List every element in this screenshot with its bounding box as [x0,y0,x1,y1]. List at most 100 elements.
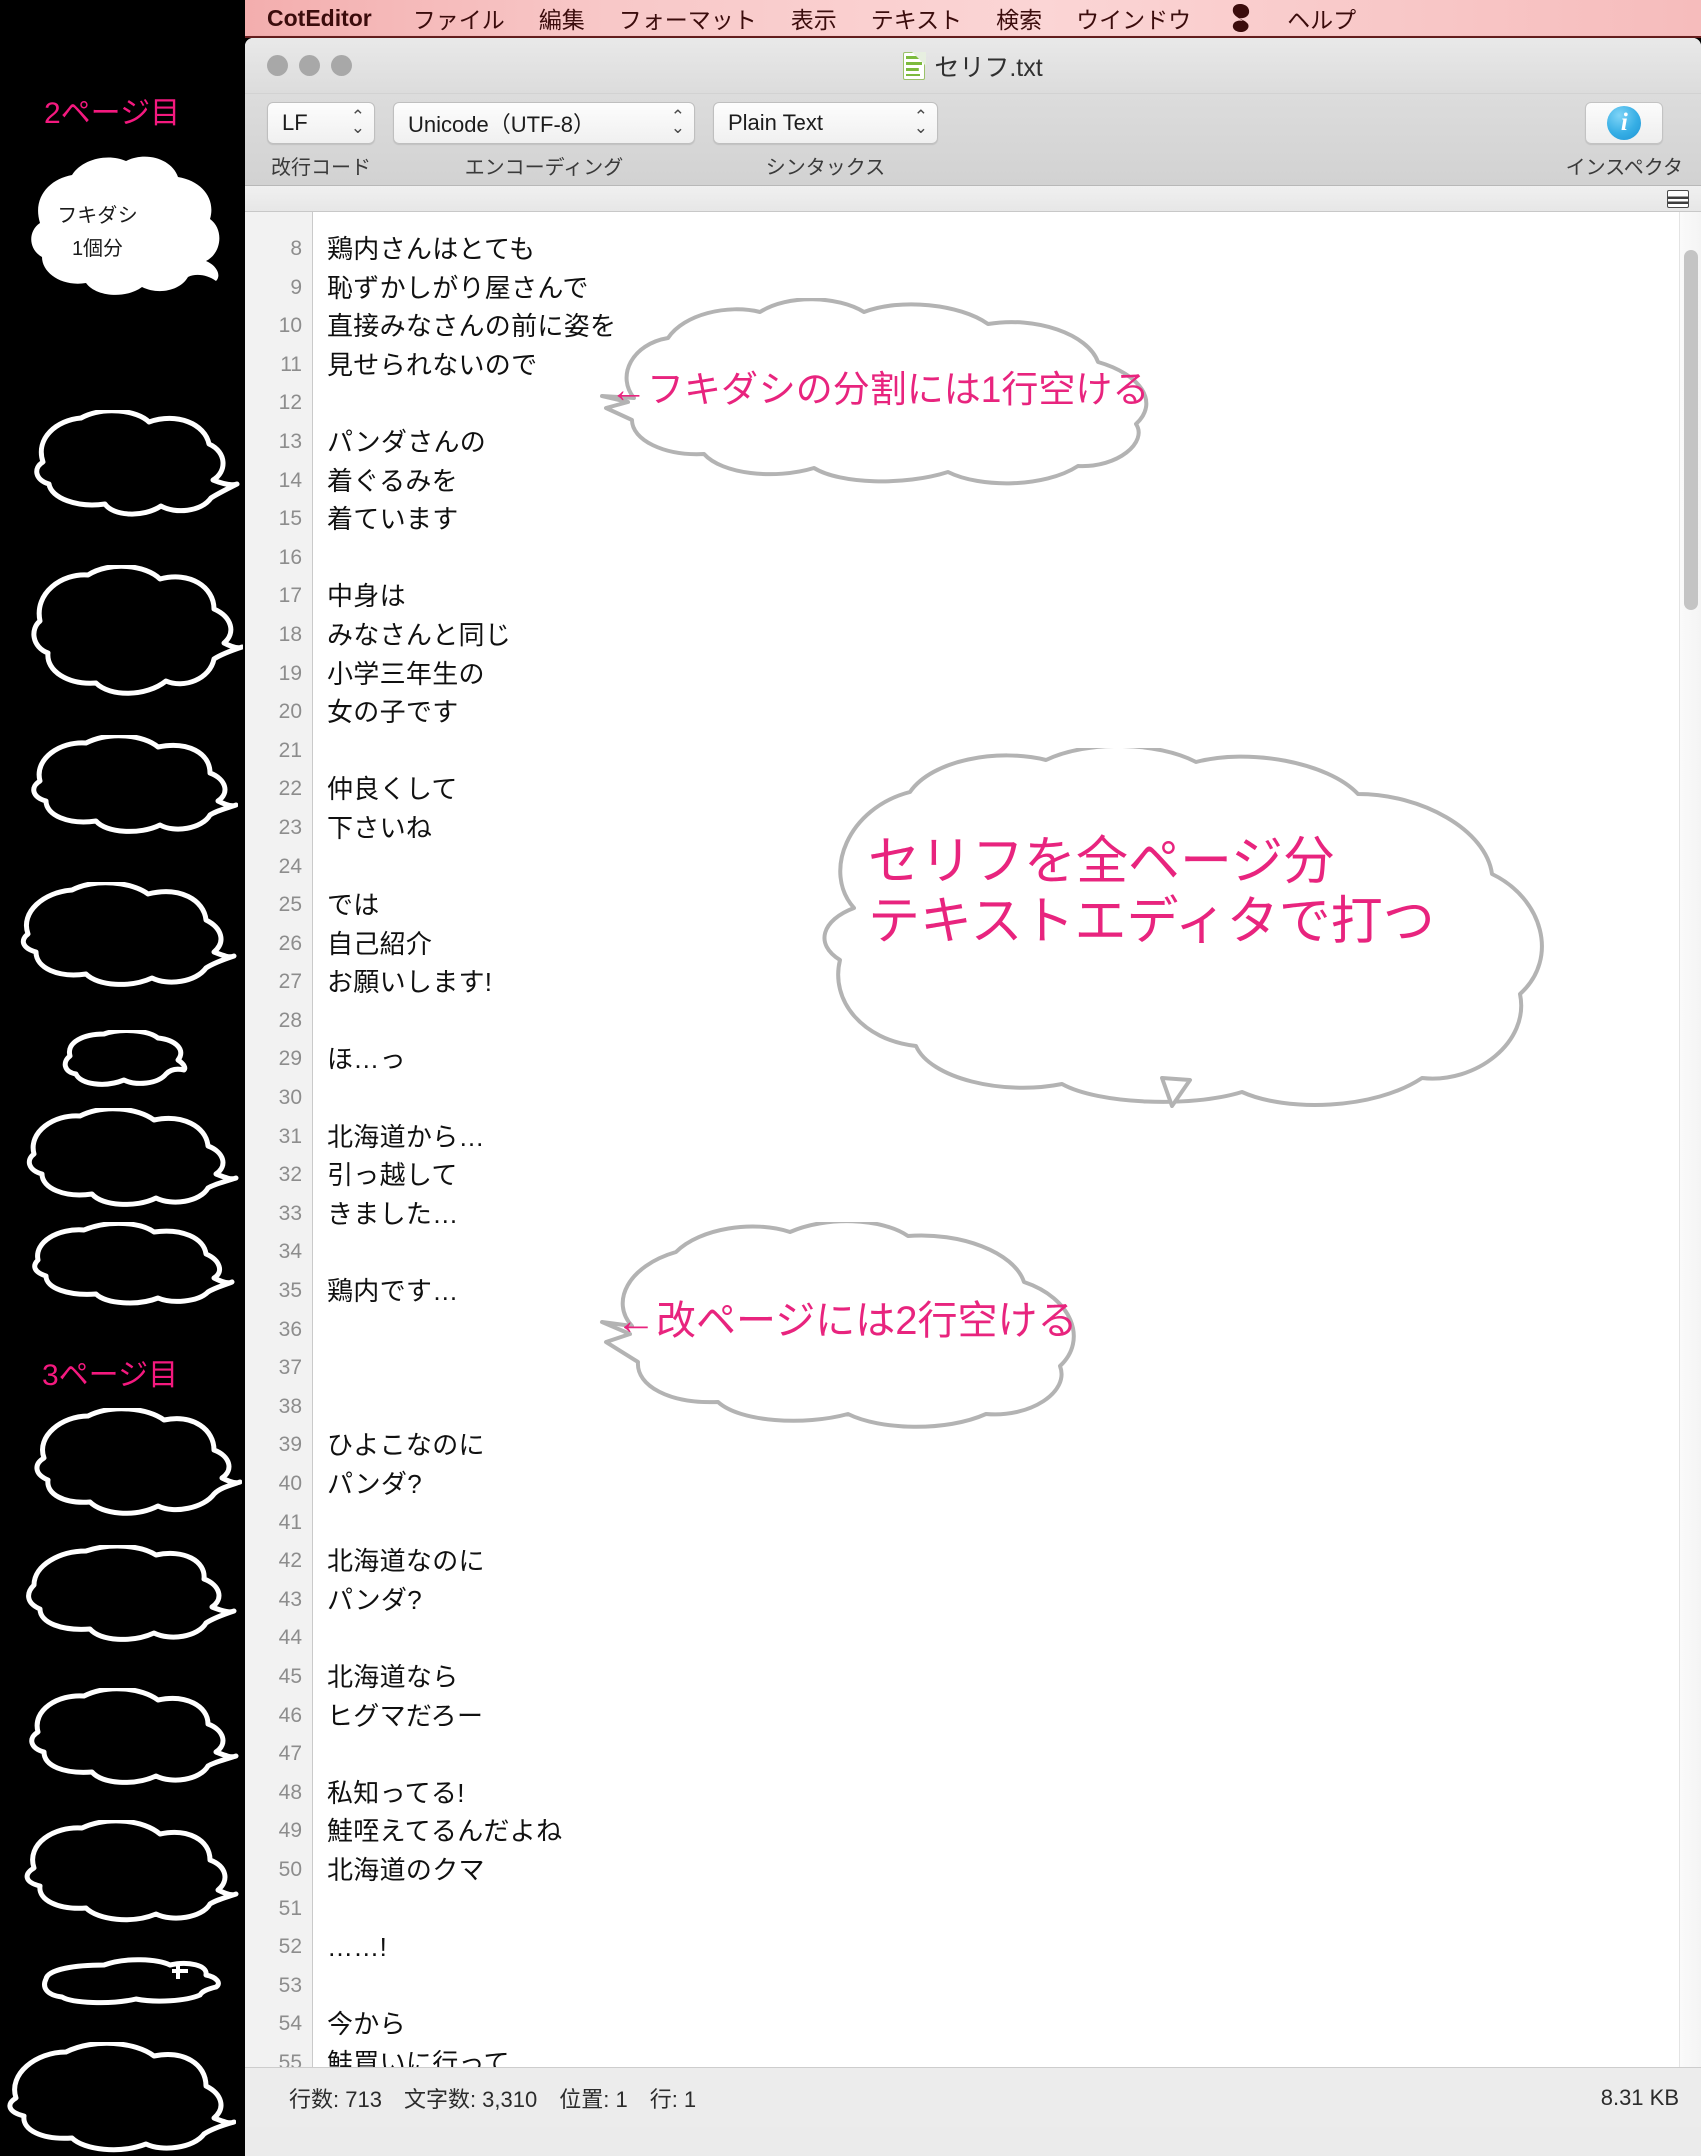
text-line[interactable]: 鮭咥えてるんだよね [327,1812,1701,1851]
text-line[interactable]: 北海道なのに [327,1542,1701,1581]
text-line[interactable]: ヒグマだろー [327,1697,1701,1736]
text-line[interactable]: ……! [327,1928,1701,1967]
toolbar: LF ⌃ ⌄ 改行コード Unicode（UTF-8） ⌃ ⌄ エンコーディング P… [245,94,1701,186]
line-number: 29 [278,1047,302,1071]
line-number: 34 [278,1240,302,1264]
menu-item-edit[interactable]: 編集 [522,0,602,37]
manga-page-sidebar: 2ページ目 フキダシ 1個分 3ページ目 [0,0,245,2156]
menu-item-file[interactable]: ファイル [396,0,522,37]
text-line[interactable]: みなさんと同じ [327,616,1701,655]
page-label-2: 2ページ目 [44,97,181,130]
zoom-button[interactable] [331,55,352,76]
window-title-text: セリフ.txt [934,54,1043,82]
split-view-icon[interactable] [1667,190,1689,208]
line-number: 35 [278,1279,302,1303]
speech-bubble-outline [32,1222,235,1306]
line-number: 53 [278,1973,302,1997]
line-number: 15 [278,507,302,531]
line-number: 38 [278,1394,302,1418]
status-char-count: 文字数: 3,310 [403,2086,538,2112]
line-number: 45 [278,1664,302,1688]
line-number: 10 [278,314,302,338]
page-label-3: 3ページ目 [42,1359,179,1392]
line-number: 8 [290,237,302,260]
scrollbar-thumb[interactable] [1684,250,1698,610]
line-number: 47 [278,1742,302,1766]
text-line[interactable]: 北海道のクマ [327,1851,1701,1890]
menu-bar[interactable]: CotEditor ファイル 編集 フォーマット 表示 テキスト 検索 ウインド… [245,0,1701,38]
line-number: 30 [278,1086,302,1110]
line-ending-popup[interactable]: LF ⌃ ⌄ [267,102,375,144]
text-line[interactable]: 小学三年生の [327,655,1701,694]
vertical-scrollbar[interactable] [1679,212,1701,2067]
menu-item-view[interactable]: 表示 [774,0,854,37]
speech-bubble-outline [34,1408,242,1516]
line-number: 14 [278,468,302,492]
text-line[interactable]: 女の子です [327,693,1701,732]
chevron-updown-icon: ⌃ ⌄ [350,107,365,137]
speech-bubble-outline [7,2042,236,2153]
line-number: 9 [290,275,302,299]
text-line[interactable]: 今から [327,2005,1701,2044]
line-number: 17 [278,584,302,608]
status-position: 位置: 1 [559,2086,628,2112]
annotation-type-all-pages: セリフを全ページ分 テキストエディタで打つ [818,743,1558,1113]
line-number: 18 [278,622,302,646]
menu-item-format[interactable]: フォーマット [602,0,774,37]
line-number: 12 [278,391,302,415]
text-line[interactable] [327,1735,1701,1774]
line-number: 13 [278,429,302,453]
text-line[interactable]: 北海道なら [327,1658,1701,1697]
menu-item-text[interactable]: テキスト [854,0,979,37]
line-number: 33 [278,1201,302,1225]
text-line[interactable]: 中身は [327,577,1701,616]
line-number: 36 [278,1317,302,1341]
speech-bubble-outline [26,1108,239,1207]
syntax-popup[interactable]: Plain Text ⌃ ⌄ [713,102,938,144]
line-ending-group: LF ⌃ ⌄ 改行コード [267,102,375,180]
swirl-icon-glyph [1232,4,1250,32]
text-line[interactable] [327,1504,1701,1543]
info-icon: i [1607,106,1642,140]
text-line[interactable] [327,1619,1701,1658]
inspector-button[interactable]: i [1585,102,1664,144]
text-line[interactable]: 着ています [327,500,1701,539]
chevron-updown-icon: ⌃ ⌄ [670,107,685,137]
text-line[interactable] [327,539,1701,578]
text-line[interactable]: 引っ越して [327,1156,1701,1195]
status-file-size: 8.31 KB [1600,2084,1679,2110]
syntax-value: Plain Text [728,110,823,135]
swirl-icon[interactable] [1208,0,1270,37]
menu-item-find[interactable]: 検索 [979,0,1059,37]
window-controls[interactable] [267,55,352,76]
text-line[interactable]: 私知ってる! [327,1774,1701,1813]
close-button[interactable] [267,55,288,76]
window-title: セリフ.txt [245,38,1701,94]
menu-item-help[interactable]: ヘルプ [1270,0,1373,37]
speech-bubble-outline [29,1688,239,1785]
speech-bubble-outline [34,410,240,517]
menu-app-name[interactable]: CotEditor [245,0,396,37]
chevron-updown-icon: ⌃ ⌄ [913,107,928,137]
window-titlebar: セリフ.txt [245,38,1701,94]
menu-item-window[interactable]: ウインドウ [1059,0,1208,37]
text-file-icon [903,51,926,80]
inspector-group: i インスペクタ [1566,102,1683,180]
text-line[interactable] [327,1890,1701,1929]
annotation-page-break: ←改ページには2行空ける [590,1219,1090,1437]
text-line[interactable]: 鶏内さんはとても [327,230,1701,269]
text-line[interactable]: 鮭買いに行って [327,2044,1701,2067]
text-line[interactable] [327,1967,1701,2006]
line-number: 41 [278,1510,302,1534]
speech-bubble-outline [26,1545,237,1642]
text-line[interactable]: パンダ? [327,1465,1701,1504]
minimize-button[interactable] [299,55,320,76]
text-line[interactable]: 北海道から… [327,1118,1701,1157]
encoding-popup[interactable]: Unicode（UTF-8） ⌃ ⌄ [393,102,695,144]
text-line[interactable]: パンダ? [327,1581,1701,1620]
line-number: 22 [278,777,302,801]
line-number: 39 [278,1433,302,1457]
line-number: 55 [278,2050,302,2067]
encoding-label: エンコーディング [464,157,624,179]
encoding-value: Unicode（UTF-8） [408,112,596,137]
